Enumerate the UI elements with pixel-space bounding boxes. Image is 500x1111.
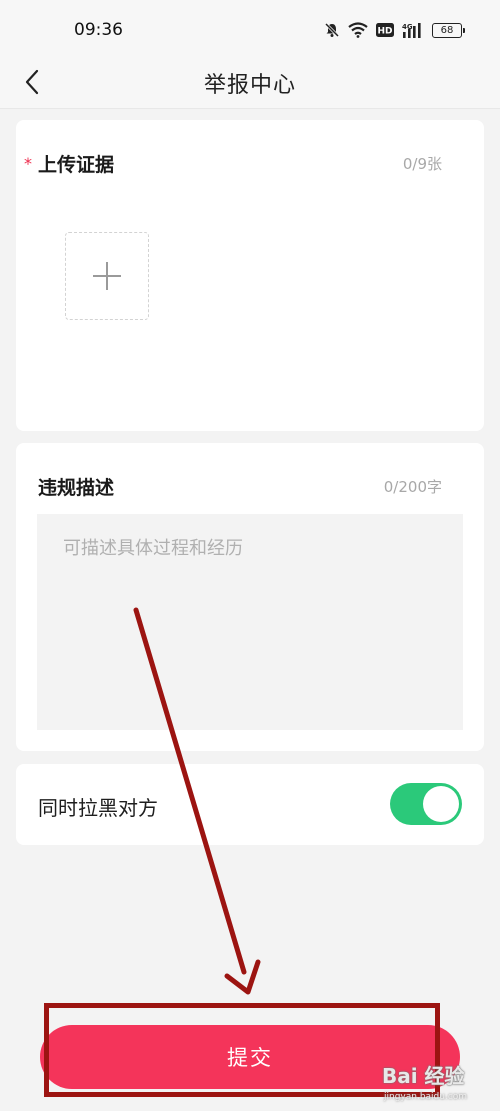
wifi-icon	[348, 22, 368, 38]
battery-icon: 68	[432, 22, 465, 38]
upload-evidence-card: * 上传证据 0/9张	[16, 120, 484, 431]
hd-icon: HD	[376, 23, 394, 37]
plus-icon	[93, 262, 121, 290]
description-count: 0/200字	[383, 478, 442, 496]
required-mark: *	[24, 154, 32, 173]
add-image-button[interactable]	[65, 232, 149, 320]
block-user-label: 同时拉黑对方	[38, 796, 158, 820]
upload-count: 0/9张	[402, 155, 442, 173]
description-input[interactable]	[37, 514, 463, 730]
submit-button[interactable]: 提交	[40, 1025, 460, 1089]
page-title: 举报中心	[203, 73, 296, 98]
block-user-card: 同时拉黑对方	[16, 764, 484, 845]
violation-description-card: 违规描述 0/200字	[16, 443, 484, 751]
status-time: 09:36	[74, 20, 123, 40]
watermark-url: jingyan.baidu.com	[384, 1092, 468, 1102]
block-user-toggle[interactable]	[390, 783, 462, 825]
mute-bell-icon	[324, 22, 340, 38]
hd-label: HD	[377, 27, 392, 37]
violation-description-label: 违规描述	[38, 477, 115, 499]
network-label: 4G	[402, 23, 413, 31]
toggle-knob	[423, 786, 459, 822]
status-bar: 09:36 HD 4G 68	[0, 0, 500, 56]
status-icons: HD 4G 68	[324, 20, 465, 40]
nav-header: 举报中心	[0, 56, 500, 109]
upload-evidence-label: 上传证据	[38, 154, 115, 176]
4g-signal-icon: 4G	[402, 22, 424, 38]
